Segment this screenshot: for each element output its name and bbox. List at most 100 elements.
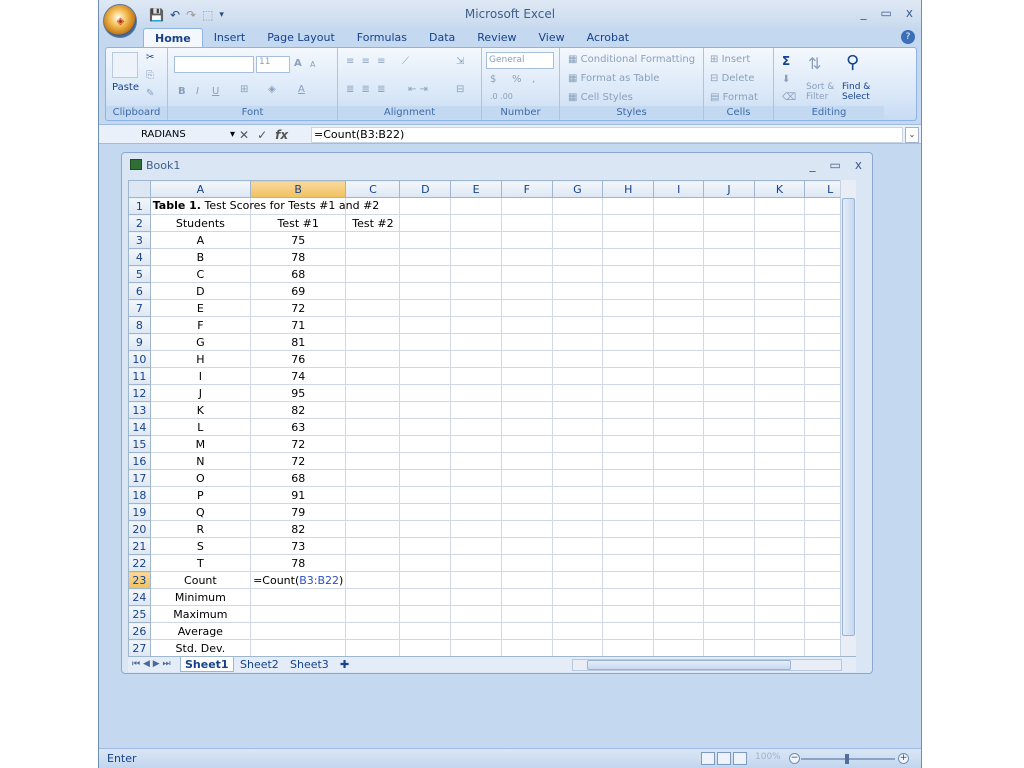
cell-e12[interactable] [450, 384, 502, 402]
cell-h7[interactable] [602, 299, 655, 317]
cell-h15[interactable] [602, 435, 655, 453]
cell-a27[interactable]: Std. Dev. [149, 639, 252, 656]
cell-i13[interactable] [653, 401, 705, 419]
workbook-restore-button[interactable]: ▭ [830, 158, 841, 172]
column-header-i[interactable]: I [653, 180, 705, 198]
cell-i8[interactable] [653, 316, 705, 334]
row-header[interactable]: 20 [128, 520, 151, 538]
cell-a7[interactable]: E [149, 299, 252, 317]
cell-g18[interactable] [551, 486, 604, 504]
cell-c26[interactable] [345, 622, 401, 640]
cell-h16[interactable] [602, 452, 655, 470]
cell-h17[interactable] [602, 469, 655, 487]
vertical-scrollbar[interactable] [840, 180, 856, 656]
cell-h22[interactable] [602, 554, 655, 572]
cell-d6[interactable] [399, 282, 452, 300]
cell-c22[interactable] [345, 554, 401, 572]
cell-g7[interactable] [551, 299, 604, 317]
column-header-a[interactable]: A [149, 180, 252, 198]
cell-a12[interactable]: J [149, 384, 252, 402]
bold-button[interactable]: B [178, 86, 186, 97]
cell-k13[interactable] [753, 401, 806, 419]
cell-d22[interactable] [399, 554, 452, 572]
binoculars-icon[interactable]: ⚲ [846, 52, 859, 73]
cell-i15[interactable] [653, 435, 705, 453]
cell-d17[interactable] [399, 469, 452, 487]
cancel-entry-icon[interactable]: ✕ [239, 128, 249, 142]
cell-i26[interactable] [653, 622, 705, 640]
tab-acrobat[interactable]: Acrobat [576, 28, 640, 48]
confirm-entry-icon[interactable]: ✓ [257, 128, 267, 142]
cell-h19[interactable] [602, 503, 655, 521]
cell-g12[interactable] [551, 384, 604, 402]
cell-e17[interactable] [450, 469, 502, 487]
cell-d16[interactable] [399, 452, 452, 470]
cell-i23[interactable] [653, 571, 705, 589]
row-header[interactable]: 24 [128, 588, 151, 606]
cell-k7[interactable] [753, 299, 806, 317]
tab-page-layout[interactable]: Page Layout [256, 28, 346, 48]
currency-button[interactable]: $ [490, 74, 496, 85]
cell-g5[interactable] [551, 265, 604, 283]
cell-e22[interactable] [450, 554, 502, 572]
column-header-b[interactable]: B [250, 180, 347, 198]
cell-i16[interactable] [653, 452, 705, 470]
cell-g14[interactable] [551, 418, 604, 436]
cell-c24[interactable] [345, 588, 401, 606]
cell-c13[interactable] [345, 401, 401, 419]
cell-c2[interactable]: Test #2 [345, 214, 401, 232]
cell-b24[interactable] [250, 588, 347, 606]
cell-j20[interactable] [703, 520, 755, 538]
cell-i10[interactable] [653, 350, 705, 368]
cell-b26[interactable] [250, 622, 347, 640]
row-header[interactable]: 27 [128, 639, 151, 656]
row-header[interactable]: 8 [128, 316, 151, 334]
cell-h1[interactable] [602, 197, 655, 215]
cell-f15[interactable] [500, 435, 553, 453]
cell-g1[interactable] [551, 197, 604, 215]
cell-k2[interactable] [753, 214, 806, 232]
cell-e10[interactable] [450, 350, 502, 368]
cell-i25[interactable] [653, 605, 705, 623]
cell-j3[interactable] [703, 231, 755, 249]
cell-b9[interactable]: 81 [250, 333, 347, 351]
cell-i19[interactable] [653, 503, 705, 521]
cell-h21[interactable] [602, 537, 655, 555]
cell-j1[interactable] [703, 197, 755, 215]
cell-d7[interactable] [399, 299, 452, 317]
tab-home[interactable]: Home [143, 28, 203, 48]
tab-data[interactable]: Data [418, 28, 466, 48]
select-all-corner[interactable] [128, 180, 151, 198]
format-cells-button[interactable]: ▤ Format [710, 92, 758, 103]
cell-g15[interactable] [551, 435, 604, 453]
cell-c4[interactable] [345, 248, 401, 266]
help-icon[interactable]: ? [901, 30, 915, 44]
cell-c3[interactable] [345, 231, 401, 249]
cell-j21[interactable] [703, 537, 755, 555]
find-select-button[interactable]: Find & Select [842, 82, 870, 102]
cell-c6[interactable] [345, 282, 401, 300]
cell-j6[interactable] [703, 282, 755, 300]
row-header[interactable]: 18 [128, 486, 151, 504]
cell-b17[interactable]: 68 [250, 469, 347, 487]
tab-review[interactable]: Review [466, 28, 527, 48]
column-header-j[interactable]: J [703, 180, 755, 198]
grow-font-button[interactable]: A [294, 58, 302, 69]
cell-c5[interactable] [345, 265, 401, 283]
cell-c10[interactable] [345, 350, 401, 368]
cell-g11[interactable] [551, 367, 604, 385]
cell-b27[interactable] [250, 639, 347, 656]
cell-e26[interactable] [450, 622, 502, 640]
cell-f27[interactable] [500, 639, 553, 656]
cell-b2[interactable]: Test #1 [250, 214, 347, 232]
cell-a14[interactable]: L [149, 418, 252, 436]
minimize-button[interactable]: _ [861, 6, 867, 20]
cell-e25[interactable] [450, 605, 502, 623]
cell-f6[interactable] [500, 282, 553, 300]
cell-e9[interactable] [450, 333, 502, 351]
cell-j23[interactable] [703, 571, 755, 589]
cell-c18[interactable] [345, 486, 401, 504]
row-header[interactable]: 6 [128, 282, 151, 300]
cell-d4[interactable] [399, 248, 452, 266]
row-header[interactable]: 11 [128, 367, 151, 385]
